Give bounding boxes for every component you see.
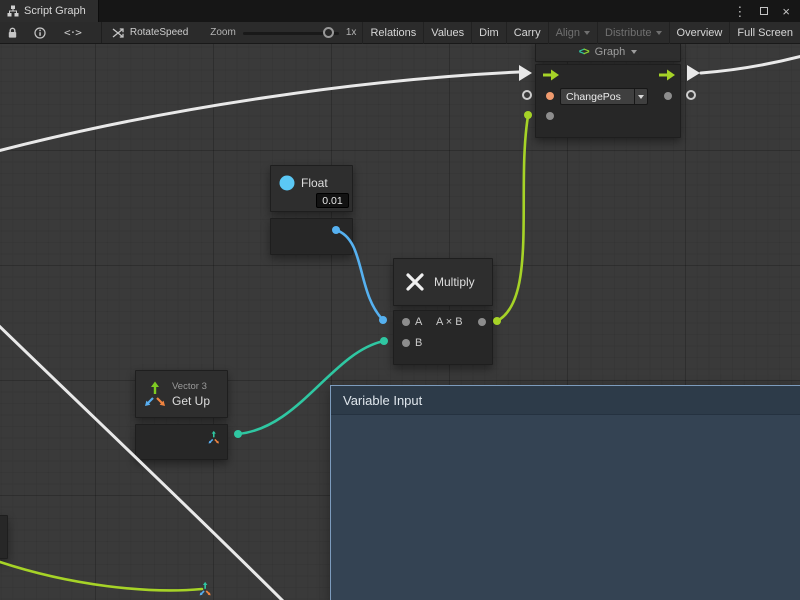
chevron-down-icon — [631, 50, 637, 54]
multiply-port-b-dot[interactable] — [402, 339, 410, 347]
event-node-title: Graph — [595, 46, 626, 58]
multiply-port-a-label: A — [415, 316, 422, 328]
float-value-field[interactable]: 0.01 — [316, 193, 349, 208]
relations-button[interactable]: Relations — [362, 22, 423, 44]
values-label: Values — [431, 27, 464, 39]
variable-dropdown-value: ChangePos — [561, 91, 634, 103]
offscreen-node[interactable] — [0, 515, 8, 559]
distribute-label: Distribute — [605, 27, 651, 39]
chevron-down-icon — [584, 31, 590, 35]
script-machine-icon — [111, 27, 125, 39]
multiply-node-body[interactable]: A A × B B — [393, 310, 493, 365]
vector-node-title: Get Up — [172, 394, 210, 408]
multiply-node-header[interactable]: Multiply — [393, 258, 493, 306]
multiply-node-title: Multiply — [434, 275, 475, 289]
variable-input-group[interactable]: Variable Input — [330, 385, 800, 600]
multiply-port-a-dot[interactable] — [402, 318, 410, 326]
zoom-slider[interactable] — [243, 22, 339, 44]
zoom-slider-handle[interactable] — [323, 27, 334, 38]
graph-icon: <> — [579, 46, 588, 58]
window-maximize-icon[interactable] — [760, 7, 768, 15]
multiply-icon — [405, 272, 425, 292]
float-node-title: Float — [301, 176, 328, 190]
flow-out-port-icon[interactable] — [658, 69, 676, 81]
vector-node-header[interactable]: Vector 3 Get Up — [135, 370, 228, 418]
graph-breadcrumb[interactable]: RotateSpeed — [111, 27, 188, 39]
full-screen-button[interactable]: Full Screen — [729, 22, 800, 44]
event-value-out-port-dot[interactable] — [664, 92, 672, 100]
unity-script-graph-window: Variable Input <> Graph ChangePos — [0, 0, 800, 600]
variable-input-group-title: Variable Input — [343, 393, 422, 408]
vector-node-type-label: Vector 3 — [172, 381, 210, 392]
lock-icon[interactable] — [7, 27, 18, 39]
window-controls: ⋮ × — [733, 0, 800, 22]
carry-button[interactable]: Carry — [506, 22, 548, 44]
vector-out-port-icon[interactable] — [207, 429, 221, 447]
relations-label: Relations — [370, 27, 416, 39]
graph-toolbar: <·> RotateSpeed Zoom 1x Relations Values… — [0, 22, 800, 44]
tab-script-graph[interactable]: Script Graph — [0, 0, 99, 22]
dim-label: Dim — [479, 27, 499, 39]
variable-dropdown[interactable]: ChangePos — [560, 88, 648, 105]
float-icon — [279, 175, 295, 191]
variable-input-group-body[interactable] — [331, 415, 800, 600]
target-port-dot[interactable] — [546, 92, 554, 100]
float-node-header[interactable]: Float 0.01 — [270, 165, 353, 212]
vector-wire-end-icon[interactable] — [198, 580, 214, 600]
chevron-down-icon — [656, 31, 662, 35]
flow-in-port-icon[interactable] — [542, 69, 560, 81]
toolbar-buttons: Relations Values Dim Carry Align Distrib… — [362, 22, 800, 44]
graph-name-label: RotateSpeed — [130, 27, 188, 38]
event-value-in-port-dot[interactable] — [546, 112, 554, 120]
dim-button[interactable]: Dim — [471, 22, 506, 44]
vector3-icon — [142, 378, 166, 410]
event-node-body[interactable]: ChangePos — [535, 64, 681, 138]
zoom-label: Zoom — [210, 27, 236, 38]
overview-button[interactable]: Overview — [669, 22, 730, 44]
full-screen-label: Full Screen — [737, 27, 793, 39]
variable-dropdown-button[interactable] — [634, 89, 647, 104]
distribute-button[interactable]: Distribute — [597, 22, 668, 44]
values-button[interactable]: Values — [423, 22, 471, 44]
multiply-result-label: A × B — [436, 316, 463, 328]
window-titlebar: Script Graph ⋮ × — [0, 0, 800, 22]
vector-node-body[interactable] — [135, 424, 228, 460]
align-button[interactable]: Align — [548, 22, 597, 44]
right-port-circle[interactable] — [686, 90, 696, 100]
info-icon[interactable] — [34, 27, 46, 39]
left-port-circle[interactable] — [522, 90, 532, 100]
carry-label: Carry — [514, 27, 541, 39]
inspect-icon[interactable]: <·> — [64, 26, 81, 39]
chevron-down-icon — [638, 95, 644, 99]
window-menu-icon[interactable]: ⋮ — [733, 5, 746, 18]
flow-out-arrow-icon[interactable] — [687, 65, 700, 81]
event-node-header[interactable]: <> Graph — [535, 42, 681, 62]
multiply-port-b-label: B — [415, 337, 422, 349]
zoom-value: 1x — [346, 27, 357, 38]
script-graph-icon — [7, 5, 19, 17]
variable-input-group-header[interactable]: Variable Input — [331, 386, 800, 415]
window-close-icon[interactable]: × — [782, 5, 790, 18]
tab-label: Script Graph — [24, 5, 86, 17]
flow-in-arrow-icon[interactable] — [519, 65, 532, 81]
align-label: Align — [556, 27, 580, 39]
multiply-result-port-dot[interactable] — [478, 318, 486, 326]
overview-label: Overview — [677, 27, 723, 39]
float-node-body[interactable] — [270, 218, 353, 255]
